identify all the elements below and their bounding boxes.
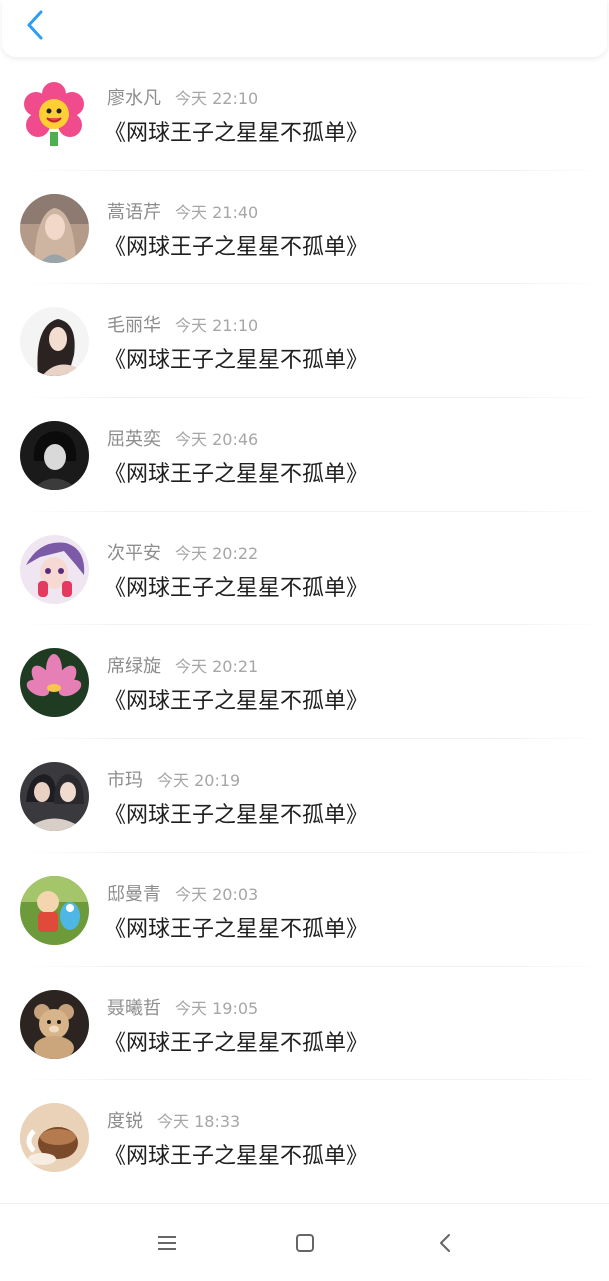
message-text: 《网球王子之星星不孤单》 <box>104 1144 369 1170</box>
avatar[interactable] <box>20 307 89 377</box>
message-text: 《网球王子之星星不孤单》 <box>104 121 369 146</box>
message-time: 今天 20:19 <box>157 771 241 791</box>
sender-name: 聂曦哲 <box>107 997 161 1019</box>
list-item[interactable]: 次平安 今天 20:22 《网球王子之星星不孤单》 <box>0 512 609 626</box>
avatar[interactable] <box>20 534 89 604</box>
message-text: 《网球王子之星星不孤单》 <box>104 462 369 488</box>
message-text: 《网球王子之星星不孤单》 <box>104 689 369 715</box>
list-item[interactable]: 邸曼青 今天 20:03 《网球王子之星星不孤单》 <box>0 853 609 967</box>
message-text: 《网球王子之星星不孤单》 <box>104 916 369 942</box>
message-list: 廖水凡 今天 22:10 《网球王子之星星不孤单》 蒿语芹 今天 21:40 《网球… <box>0 57 609 1194</box>
list-item[interactable]: 毛丽华 今天 21:10 《网球王子之星星不孤单》 <box>0 284 609 399</box>
sender-name: 度锐 <box>107 1111 143 1133</box>
sender-name: 屈英奕 <box>107 429 161 451</box>
system-nav-bar <box>0 1203 609 1281</box>
sender-name: 蒿语芹 <box>107 201 161 223</box>
back-triangle-icon <box>440 1234 450 1252</box>
top-bar <box>2 0 607 57</box>
home-square-icon <box>296 1234 314 1252</box>
sender-name: 廖水凡 <box>107 88 161 109</box>
avatar[interactable] <box>20 193 89 263</box>
sender-name: 次平安 <box>107 542 161 564</box>
chevron-left-icon <box>27 10 43 40</box>
sender-name: 席绿旋 <box>107 656 161 678</box>
message-time: 今天 19:05 <box>175 998 259 1018</box>
list-item[interactable]: 蒿语芹 今天 21:40 《网球王子之星星不孤单》 <box>0 171 609 285</box>
message-text: 《网球王子之星星不孤单》 <box>104 803 369 829</box>
message-time: 今天 20:21 <box>175 657 259 677</box>
message-time: 今天 20:03 <box>175 884 259 904</box>
sender-name: 市玛 <box>107 770 143 792</box>
avatar[interactable] <box>20 1103 89 1173</box>
list-item[interactable]: 市玛 今天 20:19 《网球王子之星星不孤单》 <box>0 739 609 853</box>
menu-button[interactable] <box>152 1228 182 1258</box>
message-text: 《网球王子之星星不孤单》 <box>104 575 369 601</box>
list-item[interactable]: 聂曦哲 今天 19:05 《网球王子之星星不孤单》 <box>0 967 609 1081</box>
message-time: 今天 18:33 <box>157 1112 241 1132</box>
message-time: 今天 22:10 <box>175 89 259 108</box>
avatar[interactable] <box>20 648 89 718</box>
avatar[interactable] <box>20 875 89 945</box>
menu-icon <box>158 1236 176 1250</box>
list-item[interactable]: 廖水凡 今天 22:10 《网球王子之星星不孤单》 <box>0 57 609 171</box>
message-text: 《网球王子之星星不孤单》 <box>104 348 369 374</box>
message-text: 《网球王子之星星不孤单》 <box>104 234 369 260</box>
avatar[interactable] <box>20 762 89 832</box>
avatar[interactable] <box>20 80 89 149</box>
back-button[interactable] <box>20 8 50 42</box>
avatar[interactable] <box>20 989 89 1059</box>
message-time: 今天 20:46 <box>175 430 259 450</box>
message-time: 今天 21:10 <box>175 316 259 336</box>
message-text: 《网球王子之星星不孤单》 <box>104 1030 369 1056</box>
sender-name: 邸曼青 <box>107 883 161 905</box>
back-nav-button[interactable] <box>430 1228 460 1258</box>
message-time: 今天 20:22 <box>175 543 259 563</box>
avatar[interactable] <box>20 421 89 491</box>
message-time: 今天 21:40 <box>175 202 259 222</box>
home-button[interactable] <box>290 1228 320 1258</box>
list-item[interactable]: 屈英奕 今天 20:46 《网球王子之星星不孤单》 <box>0 398 609 512</box>
list-item[interactable]: 度锐 今天 18:33 《网球王子之星星不孤单》 <box>0 1080 609 1194</box>
list-item[interactable]: 席绿旋 今天 20:21 《网球王子之星星不孤单》 <box>0 625 609 740</box>
sender-name: 毛丽华 <box>107 315 161 337</box>
